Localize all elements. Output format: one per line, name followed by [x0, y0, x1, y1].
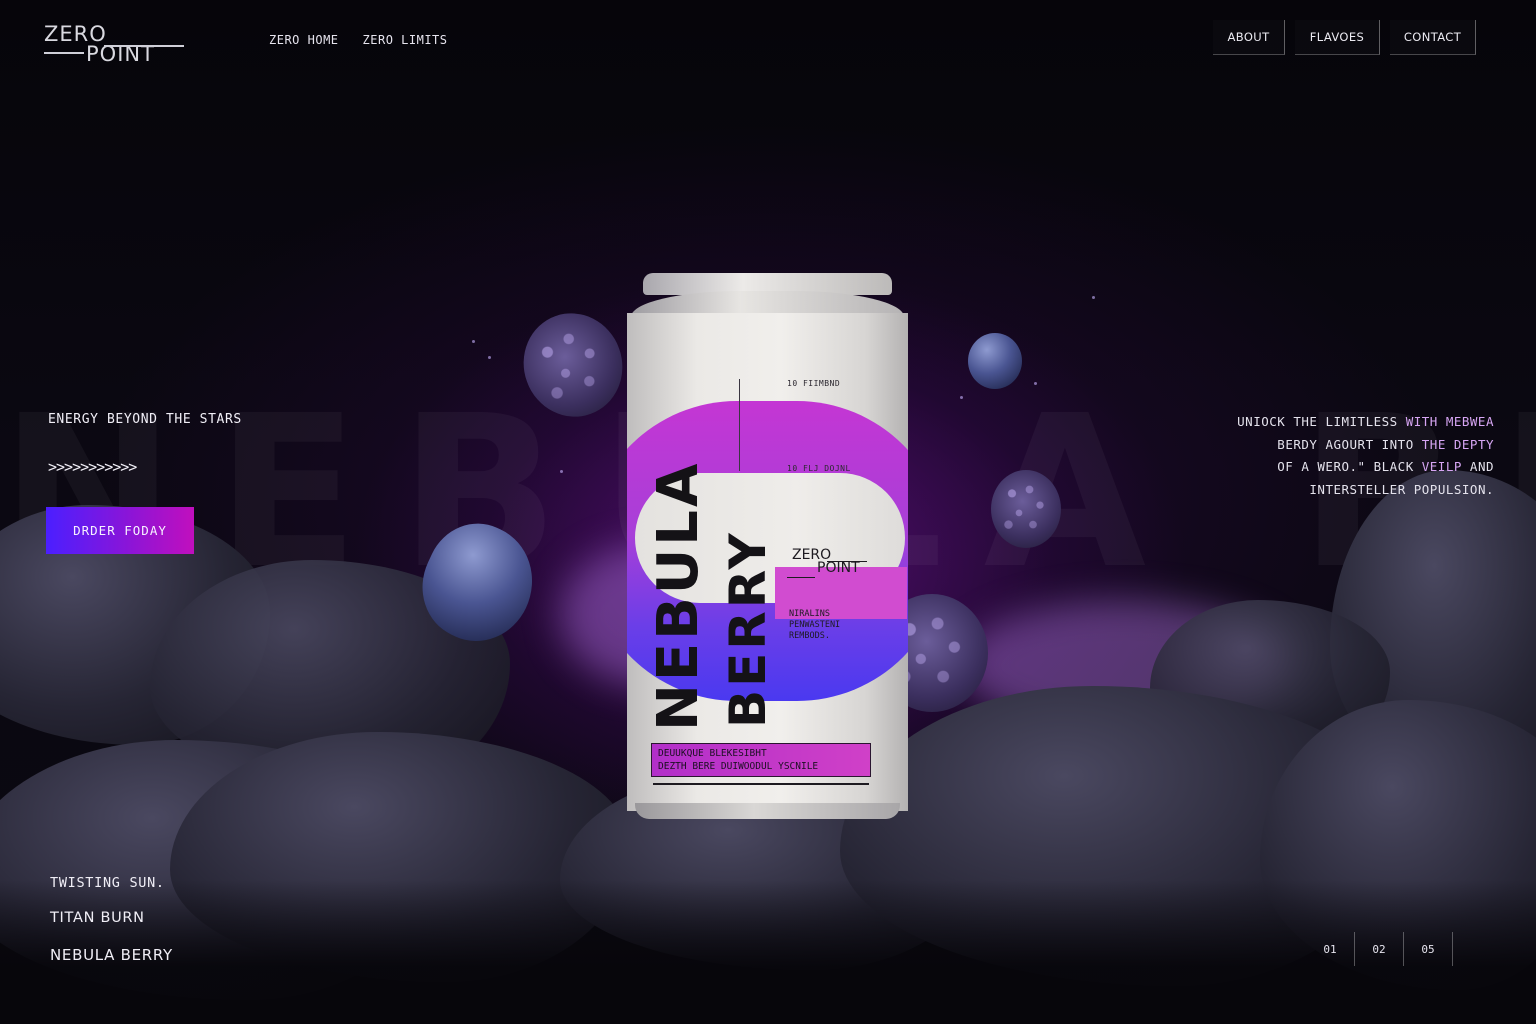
can-spec-top: 10 FIIMBND: [787, 379, 841, 388]
pager-item[interactable]: 05: [1404, 932, 1453, 966]
pager-item[interactable]: 02: [1355, 932, 1404, 966]
can-spec-mid: 10 FLJ DOJNL: [787, 464, 851, 473]
description-line: OF A WERO." BLACK VEILP AND: [1164, 456, 1494, 479]
pager-item[interactable]: 01: [1306, 932, 1355, 966]
nav-about-button[interactable]: ABOUT: [1213, 20, 1285, 55]
can-base: [635, 803, 900, 819]
can-copy-line: REMBODS.: [789, 631, 830, 641]
can-divider: [739, 379, 740, 471]
product-can: 10 FIIMBND 10 FLJ DOJNL NEBULA BERRY ZER…: [627, 273, 908, 819]
brand-logo[interactable]: ZERO POINT: [44, 24, 186, 66]
description-text: OF A WERO." BLACK: [1277, 459, 1422, 474]
flavor-item-twisting-sun[interactable]: TWISTING SUN.: [50, 875, 165, 891]
can-label-line: DEUUKQUE BLEKESIBHT: [658, 748, 767, 759]
can-logo-rule: [827, 561, 867, 562]
can-body: 10 FIIMBND 10 FLJ DOJNL NEBULA BERRY ZER…: [627, 313, 908, 811]
slide-pager: 01 02 05: [1306, 932, 1453, 966]
description-highlight: WITH MEBWEA: [1405, 414, 1494, 429]
description-highlight: THE DEPTY: [1421, 436, 1494, 452]
star: [488, 356, 491, 359]
can-copy-line: NIRALINS: [789, 609, 830, 619]
order-today-button[interactable]: DRDER FODAY: [46, 507, 194, 554]
description-highlight: VEILP: [1421, 459, 1462, 474]
hero-stage: NEBULA BERRY 10 FIIMBND 10 FLJ DOJNL NEB…: [0, 0, 1536, 1024]
primary-nav: ZERO HOME ZERO LIMITS: [269, 33, 448, 47]
can-copy-block: NIRALINS PENWASTENI REMBODS.: [789, 609, 840, 642]
blackberry: [991, 470, 1061, 548]
can-label-line: DEZTH BERE DUIWOODUL YSCNILE: [658, 761, 819, 772]
logo-text-bottom: POINT: [86, 42, 155, 66]
blueberry: [968, 333, 1022, 389]
can-name-line2: BERRY: [719, 530, 777, 728]
flavor-item-titan-burn[interactable]: TITAN BURN: [50, 910, 145, 926]
secondary-nav: ABOUT FLAVOES CONTACT: [1213, 20, 1476, 55]
star: [560, 470, 563, 473]
description-text: BERDY AGOURT INTO: [1277, 436, 1422, 452]
description-line: UNIOCK THE LIMITLESS WITH MEBWEA: [1164, 411, 1494, 434]
description-text: AND: [1461, 459, 1494, 474]
nav-contact-button[interactable]: CONTACT: [1390, 20, 1476, 55]
star: [960, 396, 963, 399]
hero-tagline: ENERGY BEYOND THE STARS: [48, 412, 242, 427]
can-logo-rule: [787, 577, 815, 578]
can-bottom-label: DEUUKQUE BLEKESIBHT DEZTH BERE DUIWOODUL…: [651, 743, 871, 777]
star: [472, 340, 475, 343]
star: [1034, 382, 1037, 385]
chevron-arrows-icon: >>>>>>>>>>>: [48, 458, 137, 476]
can-logo-bottom: POINT: [817, 560, 860, 576]
logo-rule: [44, 52, 84, 54]
can-copy-line: PENWASTENI: [789, 620, 841, 630]
nav-zero-limits[interactable]: ZERO LIMITS: [363, 33, 448, 47]
description-line: INTERSTELLER POPULSION.: [1309, 481, 1494, 497]
flavor-item-nebula-berry[interactable]: NEBULA BERRY: [50, 946, 173, 964]
can-name-line1: NEBULA: [646, 460, 711, 731]
nav-flavors-button[interactable]: FLAVOES: [1295, 20, 1380, 55]
nav-zero-home[interactable]: ZERO HOME: [269, 33, 339, 47]
description-line: BERDY AGOURT INTO THE DEPTY: [1164, 434, 1494, 457]
description-text: UNIOCK THE LIMITLESS: [1237, 414, 1406, 429]
hero-description: UNIOCK THE LIMITLESS WITH MEBWEA BERDY A…: [1164, 411, 1494, 501]
star: [1092, 296, 1095, 299]
can-bottom-rule: [653, 783, 869, 785]
logo-rule: [104, 45, 184, 47]
